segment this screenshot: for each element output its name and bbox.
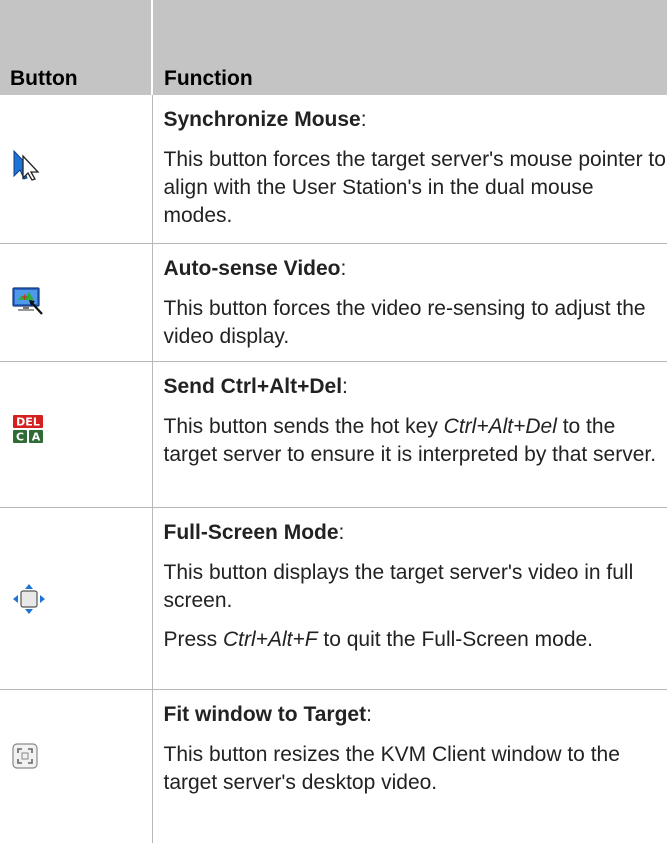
button-function-table: Button Function Synchronize Mouse: This … xyxy=(0,0,667,843)
row-title: Synchronize Mouse xyxy=(164,108,361,131)
svg-text:C: C xyxy=(16,430,24,443)
header-function: Function xyxy=(152,0,667,95)
function-cell: Auto-sense Video: This button forces the… xyxy=(152,243,667,361)
row-description: This button resizes the KVM Client windo… xyxy=(164,741,667,797)
row-description: This button forces the target server's m… xyxy=(164,146,667,230)
function-cell: Synchronize Mouse: This button forces th… xyxy=(152,95,667,243)
ctrl-alt-del-icon: DEL C A xyxy=(12,414,44,444)
header-button: Button xyxy=(0,0,152,95)
table-row: DEL C A Send Ctrl+Alt+Del: This button s… xyxy=(0,361,667,507)
icon-cell xyxy=(0,95,152,243)
table-row: Synchronize Mouse: This button forces th… xyxy=(0,95,667,243)
row-description: This button forces the video re-sensing … xyxy=(164,295,667,351)
row-description: This button sends the hot key Ctrl+Alt+D… xyxy=(164,413,667,469)
row-note: Press Ctrl+Alt+F to quit the Full-Screen… xyxy=(164,626,667,654)
function-cell: Fit window to Target: This button resize… xyxy=(152,689,667,843)
full-screen-mode-icon xyxy=(12,584,46,614)
row-title: Send Ctrl+Alt+Del xyxy=(164,375,343,398)
table-row: Fit window to Target: This button resize… xyxy=(0,689,667,843)
row-description: This button displays the target server's… xyxy=(164,559,667,615)
table-header-row: Button Function xyxy=(0,0,667,95)
icon-cell: DEL C A xyxy=(0,361,152,507)
document-page: Button Function Synchronize Mouse: This … xyxy=(0,0,667,835)
svg-text:DEL: DEL xyxy=(16,415,40,428)
table-row: Full-Screen Mode: This button displays t… xyxy=(0,507,667,689)
svg-text:+: + xyxy=(21,293,29,303)
synchronize-mouse-icon xyxy=(12,149,42,181)
table-row: + Auto-sense Video: This button forces t… xyxy=(0,243,667,361)
fit-window-icon xyxy=(12,743,38,769)
svg-text:A: A xyxy=(32,430,41,443)
row-title: Full-Screen Mode xyxy=(164,521,339,544)
function-cell: Full-Screen Mode: This button displays t… xyxy=(152,507,667,689)
icon-cell xyxy=(0,507,152,689)
row-title: Auto-sense Video xyxy=(164,257,341,280)
row-title: Fit window to Target xyxy=(164,703,367,726)
auto-sense-video-icon: + xyxy=(12,286,44,316)
icon-cell: + xyxy=(0,243,152,361)
icon-cell xyxy=(0,689,152,843)
hotkey-text: Ctrl+Alt+F xyxy=(223,628,318,651)
function-cell: Send Ctrl+Alt+Del: This button sends the… xyxy=(152,361,667,507)
hotkey-text: Ctrl+Alt+Del xyxy=(444,415,557,438)
